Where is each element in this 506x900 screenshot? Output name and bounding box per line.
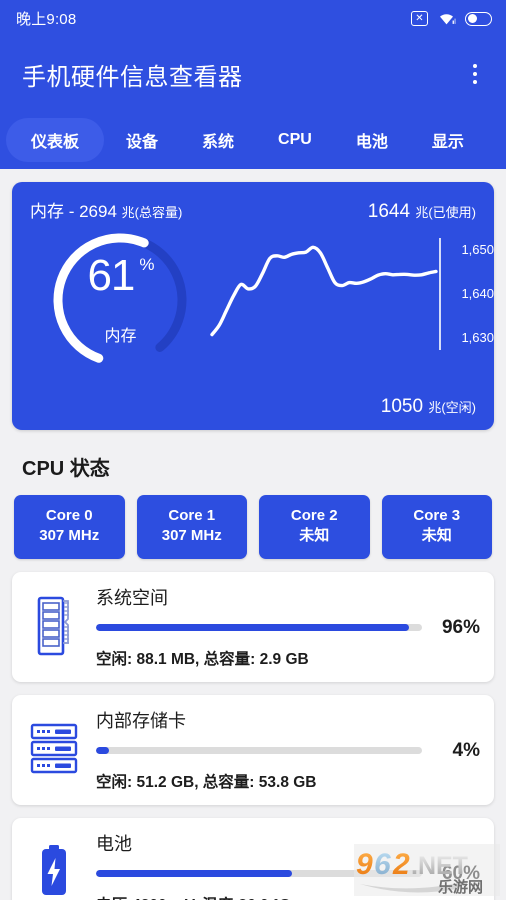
usage-bar-track	[96, 870, 422, 877]
core-value: 未知	[421, 527, 452, 545]
kebab-menu-icon[interactable]	[462, 61, 488, 87]
usage-bar-row: 4%	[96, 740, 480, 762]
memory-used-unit: 兆(已使用)	[415, 205, 476, 220]
cpu-core-3[interactable]: Core 3 未知	[381, 495, 492, 559]
core-name: Core 2	[290, 507, 338, 524]
tab-cpu[interactable]: CPU	[256, 122, 334, 158]
usage-percent: 96%	[441, 616, 480, 638]
tab-battery[interactable]: 电池	[334, 119, 410, 161]
memory-line-chart: 1,650 1,640 1,630	[208, 234, 494, 354]
tab-dashboard[interactable]: 仪表板	[6, 118, 105, 162]
cpu-core-2[interactable]: Core 2 未知	[259, 495, 370, 559]
kebab-dot	[472, 63, 478, 69]
usage-bar-track	[96, 624, 422, 631]
core-value: 307 MHz	[39, 527, 100, 545]
card-title: 内部存储卡	[96, 710, 186, 731]
card-title: 系统空间	[96, 587, 168, 608]
memory-card-header: 内存 - 2694 兆(总容量) 1644 兆(已使用)	[12, 182, 494, 223]
ytick-1650: 1,650	[461, 242, 494, 257]
cpu-core-list: Core 0 307 MHz Core 1 307 MHz Core 2 未知 …	[12, 495, 494, 559]
tab-system[interactable]: 系统	[180, 119, 256, 161]
usage-bar-fill	[96, 870, 292, 877]
battery-bolt-icon	[24, 839, 84, 900]
cpu-core-0[interactable]: Core 0 307 MHz	[14, 495, 125, 559]
status-clock: 晚上9:08	[16, 11, 77, 28]
memory-total-value: 内存 - 2694	[30, 202, 117, 221]
memory-used-value: 1644	[367, 201, 411, 222]
close-box-icon: ✕	[411, 11, 428, 26]
memory-free: 1050 兆(空闲)	[381, 396, 476, 418]
memory-free-value: 1050	[380, 396, 424, 417]
ram-stick-icon	[24, 593, 84, 659]
card-title: 电池	[96, 833, 132, 854]
internal-storage-body: 内部存储卡 4% 空闲: 51.2 GB, 总容量: 53.8 GB	[96, 707, 480, 792]
usage-percent: 4%	[452, 739, 480, 761]
usage-percent: 60%	[441, 862, 480, 884]
chart-line	[210, 245, 438, 337]
status-icon-group: ✕	[411, 11, 492, 26]
battery-icon	[465, 11, 492, 26]
wifi-icon	[437, 11, 456, 26]
usage-bar-fill	[96, 624, 409, 631]
usage-bar-row: 60%	[96, 863, 480, 885]
ytick-1640: 1,640	[461, 286, 494, 301]
memory-card[interactable]: 内存 - 2694 兆(总容量) 1644 兆(已使用) 61 % 内存 1,6…	[12, 182, 494, 430]
close-box-glyph: ✕	[415, 12, 424, 24]
core-name: Core 1	[168, 507, 216, 524]
kebab-dot	[472, 79, 478, 85]
server-rack-icon	[24, 716, 84, 782]
tab-display[interactable]: 显示	[410, 119, 486, 161]
system-space-body: 系统空间 96% 空闲: 88.1 MB, 总容量: 2.9 GB	[96, 584, 480, 669]
battery-body: 电池 60% 电压:4200 mV, 温度:36.0 °C	[96, 830, 480, 900]
dashboard-content: 内存 - 2694 兆(总容量) 1644 兆(已使用) 61 % 内存 1,6…	[0, 169, 506, 900]
gauge-fill	[53, 233, 187, 367]
cpu-section-title: CPU 状态	[22, 458, 110, 480]
status-bar: 晚上9:08 ✕	[0, 0, 506, 37]
core-value: 307 MHz	[161, 527, 222, 545]
chart-y-axis-labels: 1,650 1,640 1,630	[442, 234, 494, 354]
system-space-card[interactable]: 系统空间 96% 空闲: 88.1 MB, 总容量: 2.9 GB	[12, 571, 494, 682]
gauge-track	[53, 233, 187, 367]
app-bar: 手机硬件信息查看器	[0, 37, 506, 111]
memory-total-unit: 兆(总容量)	[121, 205, 183, 220]
page-title: 手机硬件信息查看器	[22, 63, 243, 91]
memory-total: 内存 - 2694 兆(总容量)	[30, 197, 182, 222]
core-value: 未知	[299, 527, 330, 545]
usage-bar-fill	[96, 747, 110, 754]
usage-bar-row: 96%	[96, 617, 480, 639]
memory-used: 1644 兆(已使用)	[368, 201, 476, 223]
usage-bar-track	[96, 747, 422, 754]
battery-card[interactable]: 电池 60% 电压:4200 mV, 温度:36.0 °C	[12, 817, 494, 900]
core-name: Core 0	[45, 507, 93, 524]
card-detail: 空闲: 88.1 MB, 总容量: 2.9 GB	[96, 650, 309, 668]
core-name: Core 3	[413, 507, 461, 524]
ytick-1630: 1,630	[461, 330, 494, 345]
card-detail: 空闲: 51.2 GB, 总容量: 53.8 GB	[96, 773, 317, 791]
memory-free-unit: 兆(空闲)	[428, 400, 476, 415]
internal-storage-card[interactable]: 内部存储卡 4% 空闲: 51.2 GB, 总容量: 53.8 GB	[12, 694, 494, 805]
memory-gauge: 61 % 内存	[38, 230, 203, 370]
kebab-dot	[472, 71, 478, 77]
card-detail: 电压:4200 mV, 温度:36.0 °C	[96, 893, 480, 900]
tab-bar: 仪表板 设备 系统 CPU 电池 显示	[0, 111, 506, 169]
cpu-core-1[interactable]: Core 1 307 MHz	[136, 495, 247, 559]
app-screen: 晚上9:08 ✕ 手机硬件信息查看器 仪表板 设备 系统 CPU 电池 显示 内…	[0, 0, 506, 900]
tab-device[interactable]: 设备	[104, 119, 180, 161]
